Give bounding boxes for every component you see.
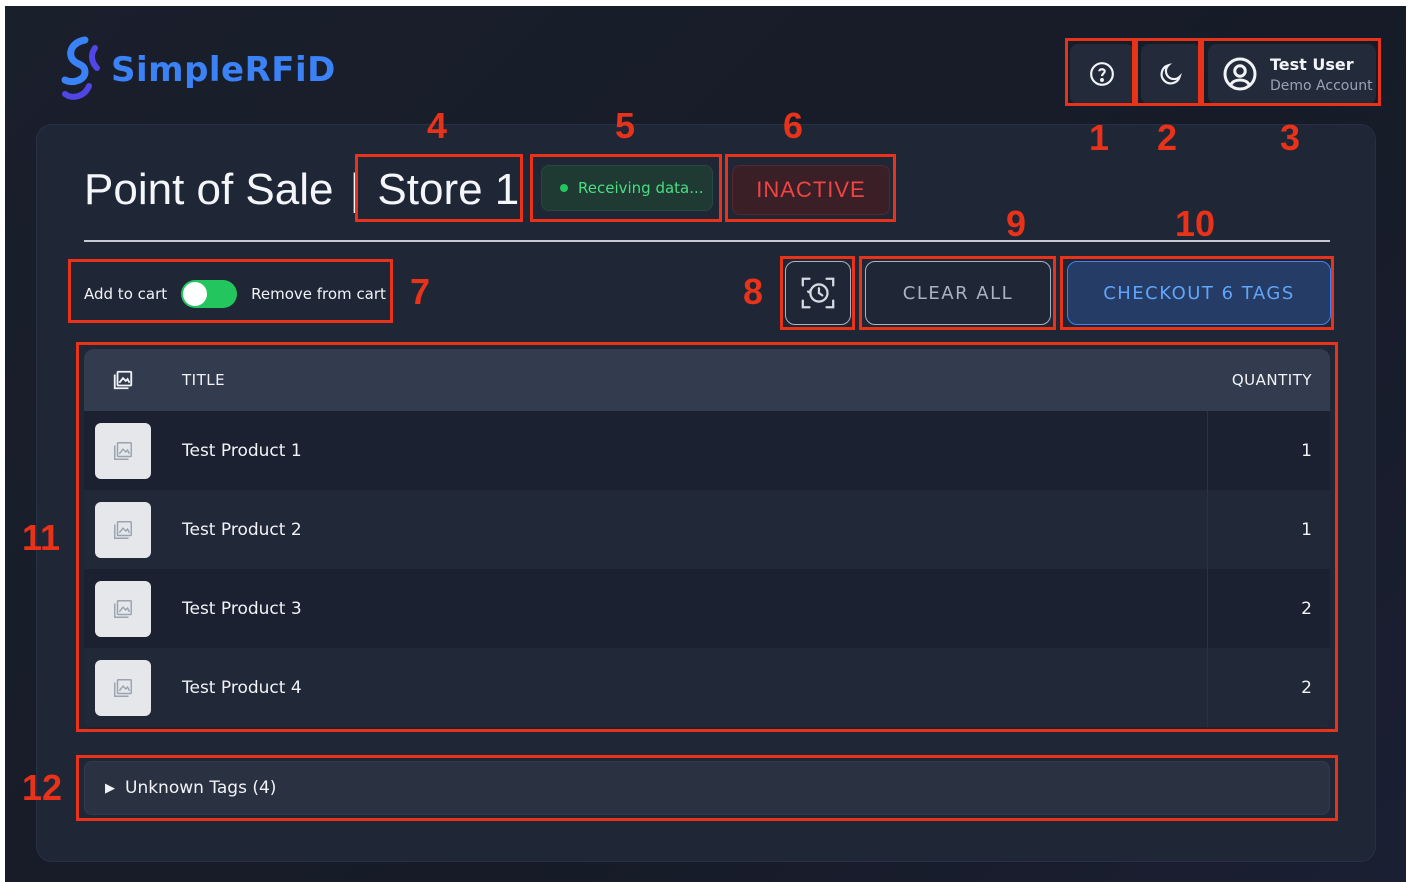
- annotation-box-8: [780, 256, 855, 330]
- annotation-number: 10: [1175, 203, 1216, 244]
- annotation-number: 1: [1089, 117, 1110, 158]
- title-divider: [84, 240, 1330, 242]
- app-logo[interactable]: SimpleRFiD: [55, 34, 336, 106]
- annotation-box-12: [76, 755, 1338, 821]
- annotation-box-5: [530, 154, 722, 222]
- logo-mark-icon: [61, 36, 100, 100]
- annotation-box-9: [859, 256, 1056, 330]
- annotation-box-7: [68, 259, 393, 323]
- annotation-box-4: [355, 154, 523, 222]
- annotation-box-3: [1201, 38, 1381, 106]
- annotation-number: 5: [615, 105, 636, 146]
- annotation-box-2: [1135, 38, 1201, 106]
- annotation-number: 2: [1157, 117, 1178, 158]
- annotation-box-6: [725, 154, 896, 222]
- annotation-number: 6: [783, 105, 804, 146]
- app-screen: SimpleRFiD Test User Demo Account Point …: [5, 6, 1406, 882]
- annotation-number: 7: [410, 271, 431, 312]
- annotation-number: 11: [22, 517, 61, 558]
- annotation-box-11: [76, 342, 1338, 732]
- annotation-number: 3: [1280, 117, 1301, 158]
- annotation-number: 4: [427, 105, 448, 146]
- logo-text: SimpleRFiD: [111, 50, 336, 90]
- annotation-number: 12: [22, 767, 63, 808]
- annotation-number: 9: [1006, 203, 1027, 244]
- annotation-number: 8: [743, 271, 764, 312]
- annotation-box-10: [1060, 256, 1334, 330]
- page-title-prefix: Point of Sale: [84, 165, 334, 214]
- annotation-box-1: [1065, 38, 1135, 106]
